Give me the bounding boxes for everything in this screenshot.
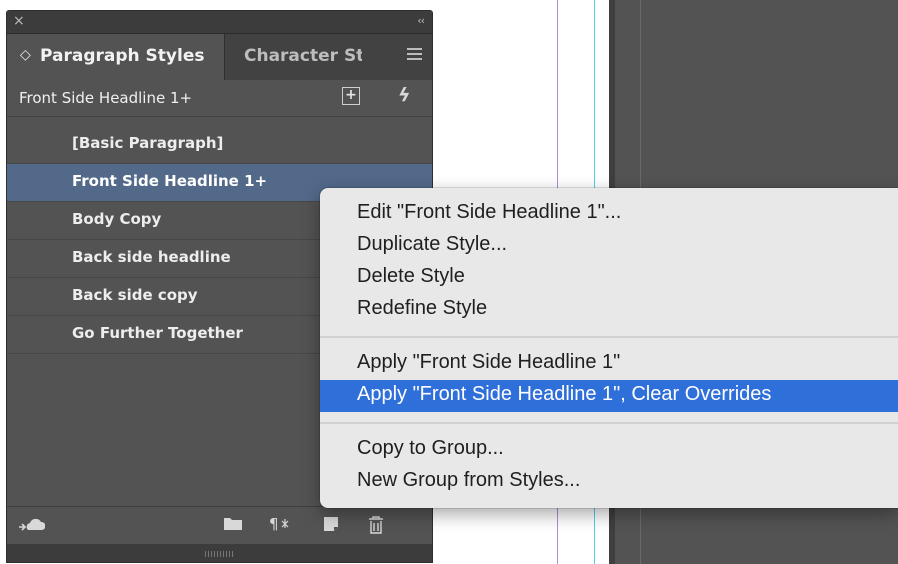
clear-overrides-icon[interactable]: ¶: [269, 515, 295, 538]
current-style-row: Front Side Headline 1+ + ϟ: [7, 80, 432, 117]
collapse-panel-icon[interactable]: ‹‹: [417, 13, 425, 29]
menu-item-apply-clear-overrides[interactable]: Apply "Front Side Headline 1", Clear Ove…: [320, 380, 898, 412]
style-item-label: [Basic Paragraph]: [72, 134, 224, 152]
new-group-folder-icon[interactable]: [223, 515, 243, 536]
cloud-library-icon[interactable]: [17, 515, 46, 538]
style-item-label: Body Copy: [72, 210, 162, 228]
menu-item-duplicate-style[interactable]: Duplicate Style...: [320, 230, 898, 262]
current-style-label: Front Side Headline 1+: [19, 89, 193, 107]
style-item-basic-paragraph[interactable]: [Basic Paragraph]: [7, 126, 432, 164]
panel-titlebar[interactable]: × ‹‹: [7, 11, 432, 34]
close-icon[interactable]: ×: [13, 12, 25, 30]
menu-separator: [320, 422, 898, 424]
menu-item-redefine-style[interactable]: Redefine Style: [320, 294, 898, 326]
svg-text:¶: ¶: [269, 515, 279, 533]
panel-resize-grip[interactable]: [7, 544, 432, 562]
panel-tabbar: ◇ Paragraph Styles Character St: [7, 34, 432, 80]
create-style-from-selection-icon[interactable]: +: [342, 87, 360, 105]
menu-item-copy-to-group[interactable]: Copy to Group...: [320, 434, 898, 466]
tab-paragraph-styles[interactable]: ◇ Paragraph Styles: [7, 34, 225, 80]
style-item-label: Back side copy: [72, 286, 198, 304]
menu-item-delete-style[interactable]: Delete Style: [320, 262, 898, 294]
delete-trash-icon[interactable]: [367, 515, 385, 540]
menu-separator: [320, 336, 898, 338]
context-menu: Edit "Front Side Headline 1"... Duplicat…: [320, 188, 898, 508]
quick-apply-lightning-icon[interactable]: ϟ: [398, 84, 411, 106]
tab-stepper-icon: ◇: [20, 47, 31, 63]
menu-item-edit-style[interactable]: Edit "Front Side Headline 1"...: [320, 198, 898, 230]
tab-character-styles[interactable]: Character St: [244, 46, 362, 66]
tab-label: Paragraph Styles: [40, 46, 205, 66]
panel-footer: ¶: [7, 506, 432, 543]
new-style-icon[interactable]: [322, 515, 340, 538]
menu-item-new-group-from-styles[interactable]: New Group from Styles...: [320, 466, 898, 498]
style-item-label: Front Side Headline 1+: [72, 172, 268, 190]
panel-menu-icon[interactable]: [407, 48, 422, 63]
grip-handle[interactable]: [205, 551, 235, 557]
style-item-label: Back side headline: [72, 248, 231, 266]
style-item-label: Go Further Together: [72, 324, 243, 342]
menu-item-apply-style[interactable]: Apply "Front Side Headline 1": [320, 348, 898, 380]
